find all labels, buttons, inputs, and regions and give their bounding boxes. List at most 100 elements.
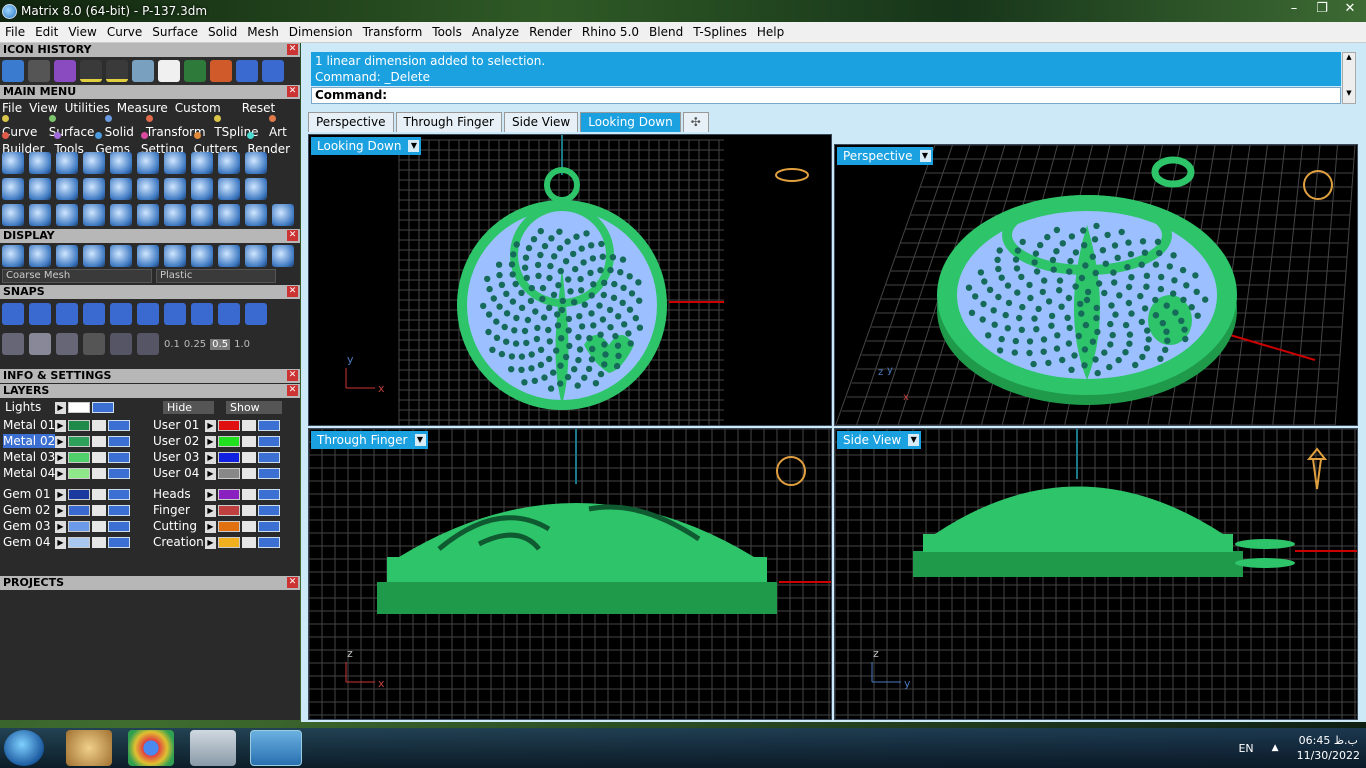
visible-toggle[interactable] (258, 505, 280, 516)
green-grid-icon[interactable] (137, 245, 159, 267)
diamond-icon[interactable] (29, 178, 51, 200)
menu-edit[interactable]: Edit (30, 25, 63, 39)
viewport-label-looking-down[interactable]: Looking Down ▼ (311, 137, 422, 155)
layer-cutting[interactable]: Cutting (153, 519, 197, 533)
visible-toggle[interactable] (108, 537, 130, 548)
menu-rhino[interactable]: Rhino 5.0 (577, 25, 644, 39)
layer-color-swatch[interactable] (68, 436, 90, 447)
visible-toggle[interactable] (108, 452, 130, 463)
layer-color-swatch[interactable] (68, 489, 90, 500)
tab-side-view[interactable]: Side View (504, 112, 579, 132)
expand-icon[interactable]: ▶ (205, 536, 216, 549)
lock-icon[interactable] (92, 521, 106, 532)
layer-metal-04[interactable]: Metal 04 (3, 466, 55, 480)
gear-2-icon[interactable] (245, 152, 267, 174)
perp-snap-icon[interactable] (110, 303, 132, 325)
visible-toggle[interactable] (108, 489, 130, 500)
visible-toggle[interactable] (108, 468, 130, 479)
layer-heads[interactable]: Heads (153, 487, 191, 501)
close-icon[interactable]: ✕ (287, 286, 298, 297)
layer-metal-03[interactable]: Metal 03 (3, 450, 55, 464)
box-snap-icon[interactable] (29, 333, 51, 355)
layer-gem-02[interactable]: Gem 02 (3, 503, 50, 517)
layer-creation[interactable]: Creation (153, 535, 204, 549)
quad-snap-icon[interactable] (164, 303, 186, 325)
viewport-label-side-view[interactable]: Side View ▼ (837, 431, 922, 449)
expand-icon[interactable]: ▶ (205, 467, 216, 480)
pencil-icon[interactable] (56, 333, 78, 355)
splash-icon[interactable] (164, 204, 186, 226)
snap-value-0.5[interactable]: 0.5 (210, 338, 231, 350)
layer-color-swatch[interactable] (218, 489, 240, 500)
rotate-icon[interactable] (110, 152, 132, 174)
visible-toggle[interactable] (92, 402, 114, 413)
cursor-icon[interactable] (137, 333, 159, 355)
visible-toggle[interactable] (258, 537, 280, 548)
wireframe-icon[interactable] (2, 245, 24, 267)
close-icon[interactable]: ✕ (287, 44, 298, 55)
snap-value-0.25[interactable]: 0.25 (184, 339, 206, 350)
expand-icon[interactable]: ▶ (205, 451, 216, 464)
plane-icon[interactable] (110, 333, 132, 355)
viewport-through-finger[interactable]: Through Finger ▼ z x (308, 428, 832, 720)
mid-snap-icon[interactable] (56, 303, 78, 325)
scroll-up-icon[interactable]: ▲ (1343, 53, 1355, 61)
gold-sphere-icon[interactable] (164, 245, 186, 267)
clock[interactable]: 06:45 ب.ظ 11/30/2022 (1297, 733, 1360, 763)
int-snap-icon[interactable] (218, 303, 240, 325)
lock-icon[interactable] (92, 452, 106, 463)
grid-icon[interactable] (218, 178, 240, 200)
lock-icon[interactable] (242, 537, 256, 548)
close-icon[interactable]: ✕ (287, 370, 298, 381)
purple-sphere-icon[interactable] (83, 245, 105, 267)
split-icon[interactable] (218, 204, 240, 226)
expand-icon[interactable]: ▶ (55, 401, 66, 414)
expand-icon[interactable]: ▶ (55, 520, 66, 533)
menu-help[interactable]: Help (752, 25, 789, 39)
viewport-looking-down[interactable]: Looking Down ▼ y x (308, 134, 832, 426)
expand-icon[interactable]: ▶ (205, 435, 216, 448)
tray-expand-icon[interactable]: ▲ (1272, 743, 1279, 753)
end-snap-icon[interactable] (2, 303, 24, 325)
calculator-icon[interactable] (190, 730, 236, 766)
plane-icon[interactable] (2, 152, 24, 174)
grid-snap-icon[interactable] (2, 333, 24, 355)
cubes-icon[interactable] (2, 204, 24, 226)
blue-sphere-icon[interactable] (56, 245, 78, 267)
close-icon[interactable]: ✕ (287, 86, 298, 97)
expand-icon[interactable]: ▶ (55, 488, 66, 501)
expand-icon[interactable]: ▶ (55, 435, 66, 448)
center-snap-icon[interactable] (137, 303, 159, 325)
layer-color-swatch[interactable] (68, 420, 90, 431)
menu-blend[interactable]: Blend (644, 25, 688, 39)
viewport-label-through-finger[interactable]: Through Finger ▼ (311, 431, 428, 449)
settings-icon[interactable] (191, 178, 213, 200)
expand-icon[interactable]: ▶ (205, 488, 216, 501)
visible-toggle[interactable] (258, 468, 280, 479)
curve-icon[interactable] (56, 204, 78, 226)
expand-icon[interactable]: ▶ (55, 419, 66, 432)
layer-finger[interactable]: Finger (153, 503, 190, 517)
layer-color-swatch[interactable] (218, 537, 240, 548)
pipe-icon[interactable] (54, 60, 76, 82)
bars-icon[interactable] (83, 204, 105, 226)
command-input[interactable]: Command: (311, 87, 1341, 104)
tab-through-finger[interactable]: Through Finger (395, 112, 502, 132)
surface-icon[interactable] (2, 178, 24, 200)
viewport-label-perspective[interactable]: Perspective ▼ (837, 147, 933, 165)
lock-icon[interactable] (92, 436, 106, 447)
globe-icon[interactable] (164, 178, 186, 200)
silver-sphere-icon[interactable] (191, 245, 213, 267)
clear-icon[interactable] (272, 245, 294, 267)
lights-color-swatch[interactable] (68, 402, 90, 413)
expand-icon[interactable]: ▶ (55, 451, 66, 464)
hide-button[interactable]: Hide (163, 401, 215, 414)
lock-icon[interactable] (242, 489, 256, 500)
pages-icon[interactable] (83, 178, 105, 200)
layer-color-swatch[interactable] (68, 521, 90, 532)
menu-curve[interactable]: Curve (102, 25, 147, 39)
environment-icon[interactable] (110, 245, 132, 267)
page-icon[interactable] (110, 178, 132, 200)
gear-icon[interactable] (191, 152, 213, 174)
dropdown-arrow-icon[interactable]: ▼ (408, 140, 420, 152)
